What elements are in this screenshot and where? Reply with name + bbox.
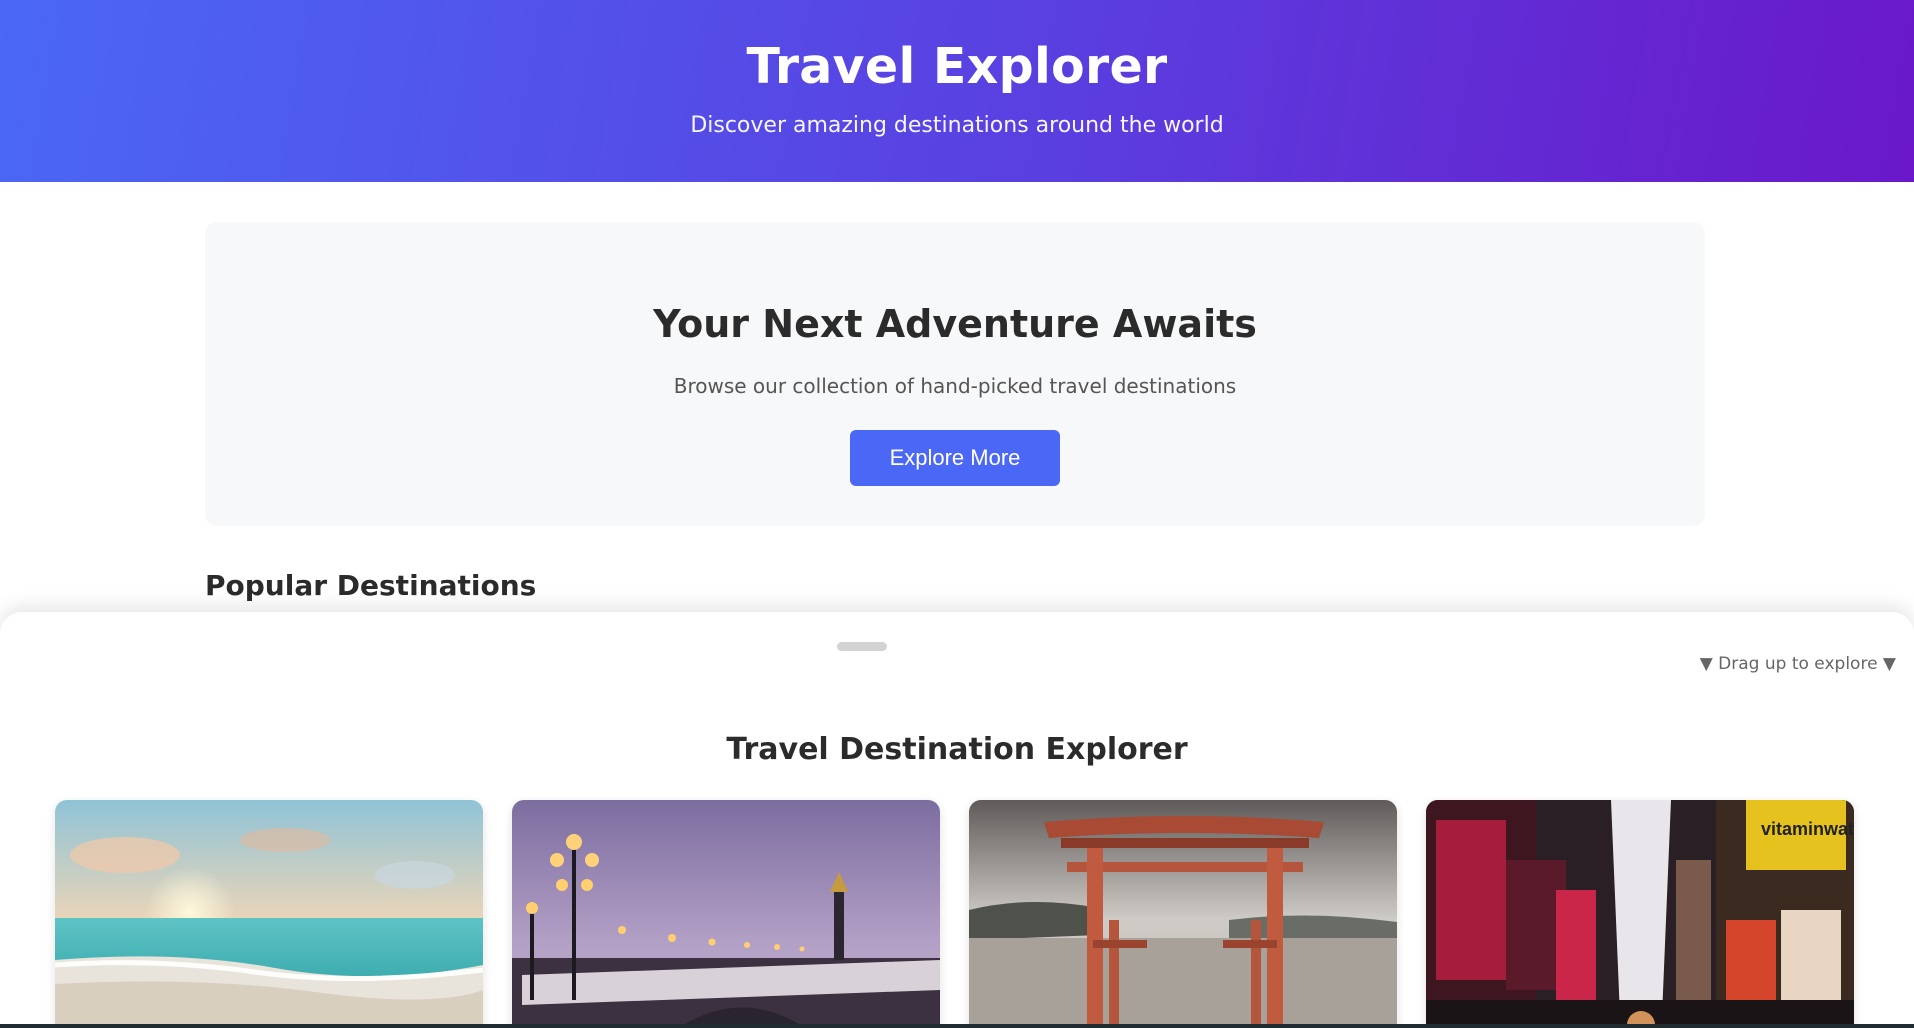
paris-bridge-image <box>512 800 940 1028</box>
site-header: Travel Explorer Discover amazing destina… <box>0 0 1914 182</box>
popular-destinations-heading: Popular Destinations <box>205 569 537 602</box>
japan-torii-gate-image <box>969 800 1397 1028</box>
page: Travel Explorer Discover amazing destina… <box>0 0 1914 1028</box>
drag-hint: ▼ Drag up to explore ▼ <box>1699 654 1896 674</box>
times-square-image: vitaminwater zero <box>1426 800 1854 1028</box>
beach-sunset-image <box>55 800 483 1028</box>
billboard-text: vitaminwater zero <box>1761 819 1854 839</box>
window-bottom-edge <box>0 1024 1914 1028</box>
destination-card[interactable] <box>512 800 940 1028</box>
sheet-title: Travel Destination Explorer <box>726 732 1188 767</box>
site-title: Travel Explorer <box>746 38 1168 95</box>
destination-card[interactable] <box>969 800 1397 1028</box>
hero-text: Browse our collection of hand-picked tra… <box>673 374 1237 398</box>
hero-panel: Your Next Adventure Awaits Browse our co… <box>205 222 1705 526</box>
explore-more-button[interactable]: Explore More <box>850 430 1060 486</box>
site-subtitle: Discover amazing destinations around the… <box>690 113 1224 138</box>
destination-card[interactable]: vitaminwater zero <box>1426 800 1854 1028</box>
bottom-sheet[interactable]: ▼ Drag up to explore ▼ Travel Destinatio… <box>0 612 1914 1028</box>
hero-title: Your Next Adventure Awaits <box>653 302 1257 346</box>
destination-card[interactable] <box>55 800 483 1028</box>
destination-cards: vitaminwater zero <box>55 800 1855 1028</box>
sheet-drag-handle[interactable] <box>837 642 887 651</box>
